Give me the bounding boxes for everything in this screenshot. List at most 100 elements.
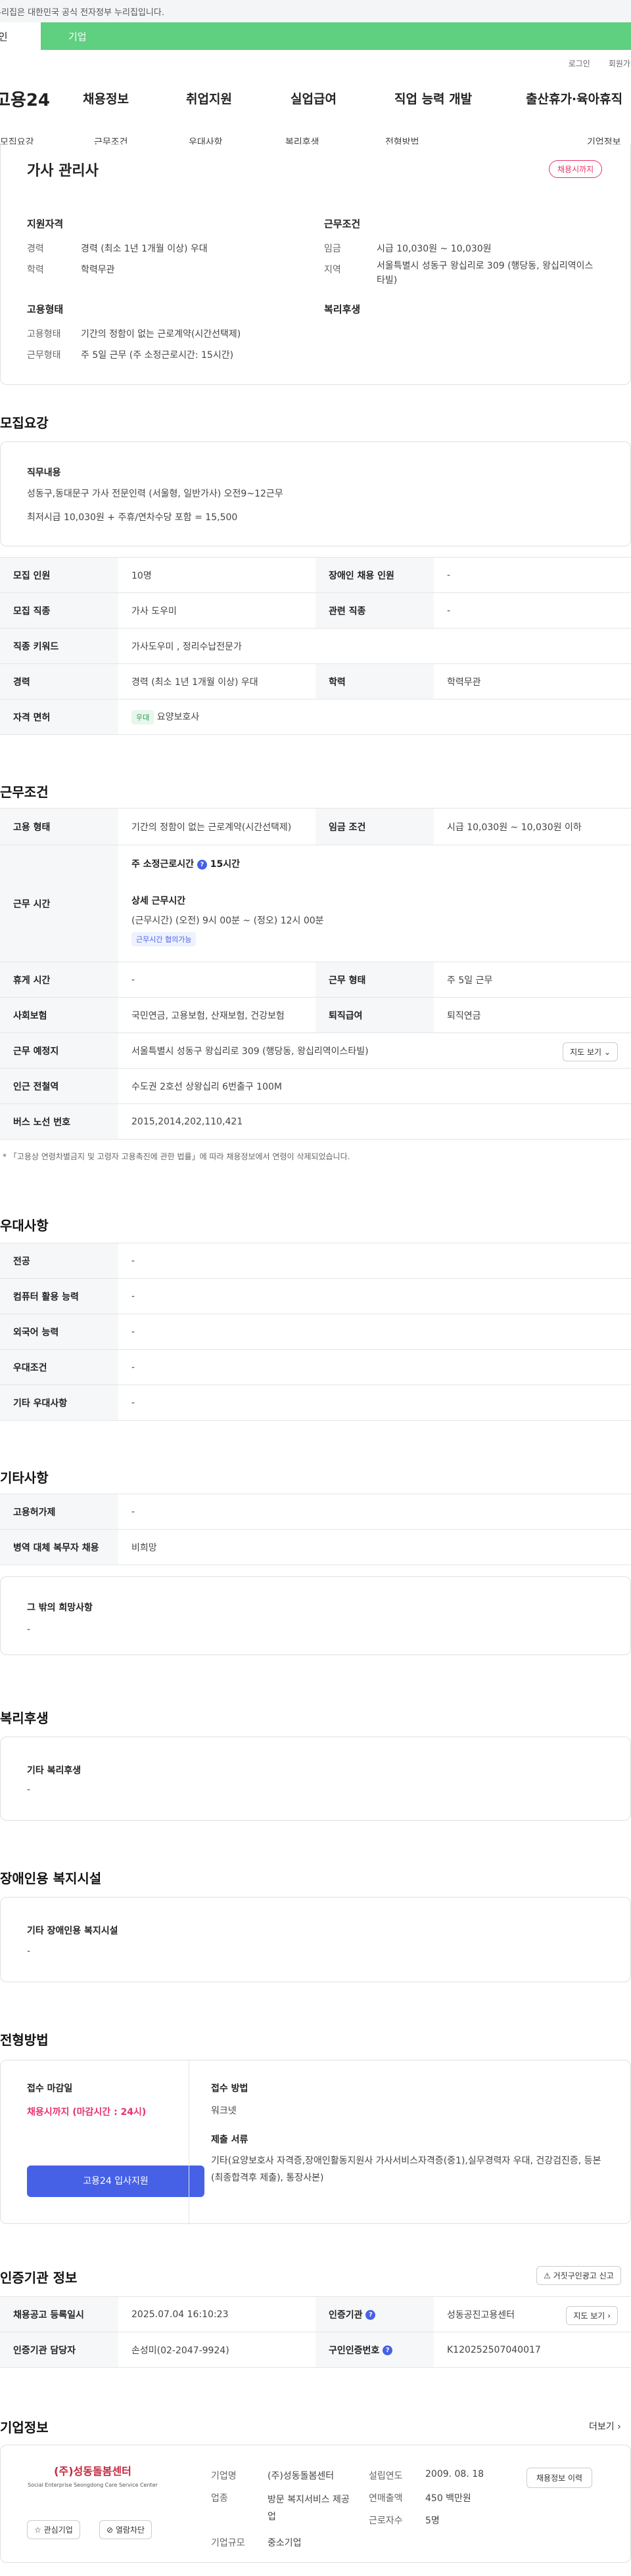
method-title: 접수 방법 <box>211 2083 248 2094</box>
util-links: 로그인 회원가입 <box>557 58 631 69</box>
size-value: 중소기업 <box>268 2538 302 2548</box>
industry-label: 업종 <box>211 2493 228 2504</box>
region-value: 서울특별시 성동구 왕십리로 309 (행당동, 왕십리역이스타빌) <box>377 261 594 286</box>
docs-title: 제출 서류 <box>211 2135 248 2145</box>
cert-table: 채용공고 등록일시 2025.07.04 16:10:23 인증기관 ? 성동공… <box>0 2296 631 2368</box>
row-value: 가사 도우미 <box>118 592 316 629</box>
row-label: 휴게 시간 <box>0 962 118 998</box>
company-card: (주)성동돌봄센터 Social Enterprise Seongdong Ca… <box>0 2445 631 2563</box>
emp-label: 고용형태 <box>27 329 61 340</box>
table-row: 외국어 능력 - <box>0 1314 631 1350</box>
wish-title: 그 밖의 희망사항 <box>27 1603 93 1613</box>
row-label: 인근 전철역 <box>0 1068 118 1104</box>
job-history-button[interactable]: 채용정보 이력 <box>526 2468 593 2488</box>
block-icon: ⊘ <box>106 2525 114 2535</box>
help-icon[interactable]: ? <box>365 2310 376 2320</box>
row-label: 관련 직종 <box>316 592 434 629</box>
conditions-table: 고용 형태 기간의 정함이 없는 근로계약(시간선택제) 임금 조건 시급 10… <box>0 808 631 1140</box>
cert-heading: 인증기관 정보 <box>0 2270 78 2286</box>
tab-company[interactable]: 기업 <box>68 30 87 43</box>
negotiable-tag: 근무시간 협의가능 <box>131 932 197 946</box>
table-row: 병역 대체 복무자 채용 비희망 <box>0 1529 631 1565</box>
tab-personal[interactable]: 개인 <box>0 22 41 50</box>
nav-parental-leave[interactable]: 출산휴가·육아휴직 <box>526 89 622 107</box>
welfare-card: 기타 복리후생 - <box>0 1737 631 1821</box>
row-value: 경력 (최소 1년 1개월 이상) 우대 <box>118 663 316 700</box>
wage-label: 임금 <box>324 244 341 254</box>
block-button[interactable]: ⊘ 열람차단 <box>99 2520 152 2539</box>
row-label: 모집 인원 <box>0 557 118 593</box>
weekly-hours-label: 주 소정근로시간 <box>131 859 195 870</box>
nav-employment-support[interactable]: 취업지원 <box>186 89 232 107</box>
table-row: 기타 우대사항 - <box>0 1385 631 1421</box>
more-link[interactable]: 더보기 › <box>589 2420 621 2433</box>
nav-jobs[interactable]: 채용정보 <box>83 89 129 107</box>
weekly-hours-value: 15시간 <box>210 859 241 870</box>
duty-line2: 최저시급 10,030원 + 주휴/연차수당 포함 = 15,500 <box>27 512 238 523</box>
help-icon[interactable]: ? <box>197 859 207 870</box>
founded-label: 설립연도 <box>369 2471 403 2481</box>
row-value: 서울특별시 성동구 왕십리로 309 (행당동, 왕십리역이스타빌) 지도 보기 … <box>118 1033 631 1069</box>
row-label: 경력 <box>0 663 118 700</box>
report-button[interactable]: ⚠ 거짓구인광고 신고 <box>536 2266 621 2285</box>
disabled-card-title: 기타 장애인용 복지시설 <box>27 1926 118 1936</box>
sales-value: 450 백만원 <box>425 2493 471 2504</box>
row-value: 가사도우미 , 정리수납전문가 <box>118 628 631 664</box>
nav-unemployment-benefit[interactable]: 실업급여 <box>291 89 337 107</box>
detail-hours-value: (근무시간) (오전) 9시 00분 ~ (정오) 12시 00분 <box>131 916 324 926</box>
cond-title: 근무조건 <box>324 218 361 230</box>
row-label: 자격 면허 <box>0 699 118 735</box>
row-value: - <box>118 962 316 998</box>
row-value: 학력무관 <box>434 663 631 700</box>
row-value: 10명 <box>118 557 316 593</box>
qual-title: 지원자격 <box>27 218 64 230</box>
detail-hours-title: 상세 근무시간 <box>131 896 186 906</box>
cert-map-button[interactable]: 지도 보기 › <box>566 2306 618 2325</box>
disabled-heading: 장애인용 복지시설 <box>0 1871 102 1886</box>
row-value: 기간의 정함이 없는 근로계약(시간선택제) <box>118 808 316 845</box>
row-value: 시급 10,030원 ~ 10,030원 이하 <box>434 808 631 845</box>
others-heading: 기타사항 <box>0 1470 49 1486</box>
help-icon[interactable]: ? <box>383 2345 393 2355</box>
table-row: 직종 키워드 가사도우미 , 정리수납전문가 <box>0 628 631 664</box>
career-label: 경력 <box>27 244 44 254</box>
summary-card: 가사 관리사 채용시까지 지원자격 경력 경력 (최소 1년 1개월 이상) 우… <box>0 144 631 385</box>
sales-label: 연매출액 <box>369 2493 403 2504</box>
welfare-card-title: 기타 복리후생 <box>27 1765 82 1776</box>
favorite-button[interactable]: ☆ 관심기업 <box>27 2520 80 2539</box>
row-value: 2025.07.04 16:10:23 <box>118 2296 316 2332</box>
login-link[interactable]: 로그인 <box>569 59 590 68</box>
row-label: 퇴직급여 <box>316 997 434 1033</box>
table-row: 근무 시간 주 소정근로시간 ? 15시간 상세 근무시간 (근무시간) (오전… <box>0 845 631 962</box>
row-label: 모집 직종 <box>0 592 118 629</box>
row-value: 성동공진고용센터 지도 보기 › <box>434 2296 631 2332</box>
join-link[interactable]: 회원가입 <box>609 59 631 68</box>
selection-heading: 전형방법 <box>0 2032 49 2048</box>
docs-value: 기타(요양보호사 자격증,장애인활동지원사 가사서비스자격증(중1),실무경력자… <box>211 2156 601 2183</box>
map-button[interactable]: 지도 보기 ⌄ <box>563 1042 618 1061</box>
logo[interactable]: 고용24 <box>0 87 50 111</box>
table-row: 우대조건 - <box>0 1349 631 1385</box>
preference-table: 전공 - 컴퓨터 활용 능력 - 외국어 능력 - 우대조건 - 기타 우대사항 - <box>0 1243 631 1421</box>
duty-title: 직무내용 <box>27 468 61 478</box>
table-row: 인근 전철역 수도권 2호선 상왕십리 6번출구 100M <box>0 1068 631 1104</box>
nav-skills[interactable]: 직업 능력 개발 <box>394 89 472 107</box>
row-value: K120252507040017 <box>434 2332 631 2368</box>
row-label: 인증기관 담당자 <box>0 2332 118 2368</box>
emp-title: 고용형태 <box>27 303 64 315</box>
preference-heading: 우대사항 <box>0 1218 49 1233</box>
logo-subtitle: Social Enterprise Seongdong Care Service… <box>28 2482 158 2488</box>
apply-button[interactable]: 고용24 입사지원 <box>27 2165 204 2197</box>
table-row: 사회보험 국민연금, 고용보험, 산재보험, 건강보험 퇴직급여 퇴직연금 <box>0 997 631 1033</box>
siren-icon: ⚠ <box>544 2271 551 2280</box>
row-label: 장애인 채용 인원 <box>316 557 434 593</box>
row-value: - <box>434 557 631 593</box>
gov-banner: 이 누리집은 대한민국 공식 전자정부 누리집입니다. <box>0 0 631 22</box>
row-value: 2015,2014,202,110,421 <box>118 1103 631 1140</box>
row-label: 인증기관 ? <box>316 2296 434 2332</box>
star-icon: ☆ <box>34 2525 41 2535</box>
table-row: 버스 노선 번호 2015,2014,202,110,421 <box>0 1103 631 1140</box>
row-label: 사회보험 <box>0 997 118 1033</box>
main-nav: 고용24 채용정보 취업지원 실업급여 직업 능력 개발 출산휴가·육아휴직 <box>0 89 631 122</box>
row-label: 학력 <box>316 663 434 700</box>
